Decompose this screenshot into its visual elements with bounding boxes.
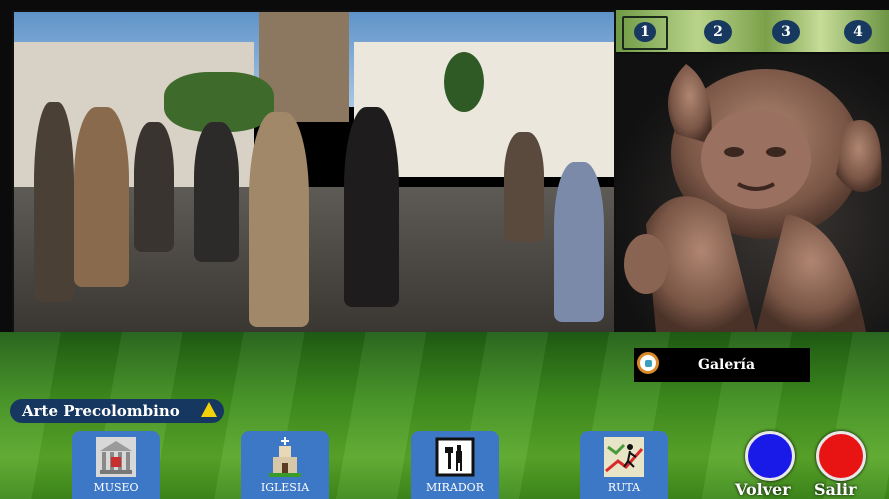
- video-palm-tree: [444, 52, 484, 112]
- gallery-label: Galería: [698, 357, 756, 373]
- section-label-text: Arte Precolombino: [22, 402, 180, 420]
- volver-label[interactable]: Volver: [735, 480, 791, 499]
- video-person: [554, 162, 604, 322]
- video-person: [194, 122, 239, 262]
- video-player[interactable]: [12, 10, 616, 334]
- thumbnail-2[interactable]: 2: [704, 20, 732, 44]
- thumbnail-strip: 1 2 3 4: [616, 10, 889, 52]
- video-person: [134, 122, 174, 252]
- volver-button[interactable]: [745, 431, 795, 481]
- ruta-label: RUTA: [607, 481, 641, 494]
- ruta-button[interactable]: RUTA: [580, 431, 668, 499]
- iglesia-button[interactable]: IGLESIA: [241, 431, 329, 499]
- thumbnail-3[interactable]: 3: [772, 20, 800, 44]
- mirador-label: MIRADOR: [426, 481, 484, 494]
- video-person: [344, 107, 399, 307]
- thumbnail-1[interactable]: 1: [622, 16, 668, 50]
- gallery-icon: [637, 352, 659, 374]
- gallery-button[interactable]: Galería: [634, 348, 810, 382]
- thumbnail-4[interactable]: 4: [844, 20, 872, 44]
- section-label[interactable]: Arte Precolombino: [10, 399, 224, 423]
- thumbnail-1-label: 1: [634, 22, 656, 42]
- museo-button[interactable]: MUSEO: [72, 431, 160, 499]
- video-person: [74, 107, 129, 287]
- video-person: [249, 112, 309, 327]
- route-icon: [604, 437, 644, 477]
- sculpture-figure: [624, 64, 882, 332]
- video-person: [504, 132, 544, 242]
- video-person: [34, 102, 74, 302]
- salir-label[interactable]: Salir: [814, 480, 857, 499]
- warning-triangle-icon: [201, 402, 217, 417]
- museum-icon: [96, 437, 136, 477]
- viewpoint-icon: [435, 437, 475, 477]
- mirador-button[interactable]: MIRADOR: [411, 431, 499, 499]
- museo-label: MUSEO: [93, 481, 139, 494]
- salir-button[interactable]: [816, 431, 866, 481]
- church-icon: [269, 437, 301, 477]
- app-window: 1 2 3 4 Galería Arte Precolombino MUSEO …: [0, 0, 889, 499]
- sculpture-image: [616, 54, 889, 332]
- iglesia-label: IGLESIA: [260, 481, 310, 494]
